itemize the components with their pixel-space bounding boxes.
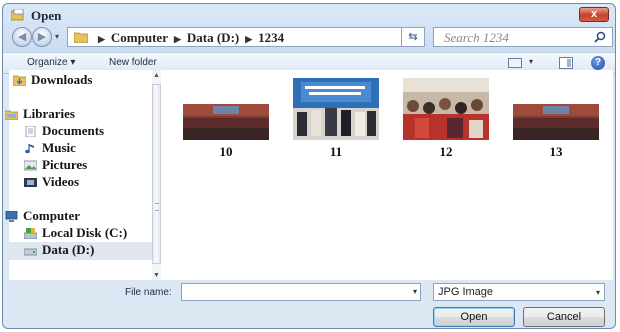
organize-button[interactable]: Organize ▾ bbox=[27, 57, 75, 68]
image-thumbnail bbox=[293, 78, 379, 140]
file-type-select[interactable]: JPG Image ▾ bbox=[433, 283, 605, 301]
navigation-row: ◀ ▶ ▾ ▶Computer▶Data (D:)▶1234 ▾ ⇆ bbox=[3, 26, 615, 52]
breadcrumb-computer[interactable]: Computer bbox=[111, 30, 168, 45]
image-thumbnail bbox=[403, 78, 489, 140]
folder-icon bbox=[74, 32, 88, 43]
breadcrumb-separator-icon[interactable]: ▶ bbox=[98, 34, 105, 44]
new-folder-button[interactable]: New folder bbox=[109, 57, 157, 68]
sidebar-scrollbar[interactable]: ▲ ▼ bbox=[152, 70, 161, 280]
file-name-label: File name: bbox=[125, 287, 172, 298]
file-name: 13 bbox=[549, 144, 563, 159]
music-icon bbox=[25, 144, 34, 154]
search-icon[interactable] bbox=[594, 31, 606, 43]
breadcrumb: ▶ Computer ▶ Data (D:) ▶ 1234 bbox=[92, 30, 284, 46]
sidebar-item-label: Computer bbox=[23, 208, 81, 223]
computer-icon bbox=[5, 211, 18, 222]
sidebar-item-label: Pictures bbox=[42, 157, 88, 172]
file-item[interactable]: 13 bbox=[513, 78, 603, 159]
sidebar-item-label: Data (D:) bbox=[42, 242, 95, 257]
file-name: 10 bbox=[219, 144, 233, 159]
file-type-value: JPG Image bbox=[438, 286, 494, 298]
breadcrumb-folder[interactable]: 1234 bbox=[258, 30, 284, 45]
change-view-icon[interactable] bbox=[508, 58, 522, 68]
breadcrumb-separator-icon[interactable]: ▶ bbox=[174, 34, 181, 44]
scroll-grip-icon bbox=[155, 203, 159, 211]
recent-locations-dropdown[interactable]: ▾ bbox=[55, 32, 59, 41]
pictures-icon bbox=[24, 160, 37, 171]
back-button[interactable]: ◀ bbox=[12, 27, 32, 47]
file-name-dropdown[interactable]: ▾ bbox=[413, 287, 417, 296]
search-box[interactable] bbox=[433, 27, 613, 47]
file-item[interactable]: 12 bbox=[403, 78, 493, 159]
refresh-button[interactable]: ⇆ bbox=[401, 27, 425, 47]
close-button[interactable]: x bbox=[579, 7, 609, 22]
file-list: 10 11 12 13 bbox=[161, 70, 613, 280]
back-arrow-icon: ◀ bbox=[17, 31, 27, 43]
scroll-up-icon[interactable]: ▲ bbox=[153, 72, 160, 79]
help-icon[interactable]: ? bbox=[591, 56, 605, 70]
forward-button[interactable]: ▶ bbox=[32, 27, 52, 47]
open-dialog-icon bbox=[11, 9, 24, 21]
open-button[interactable]: Open bbox=[433, 307, 515, 327]
downloads-icon bbox=[13, 75, 26, 86]
scroll-thumb[interactable] bbox=[152, 84, 161, 264]
navigation-pane: Downloads Libraries Documents Music Pict… bbox=[5, 70, 161, 280]
view-options-dropdown[interactable]: ▾ bbox=[529, 57, 533, 66]
breadcrumb-data-drive[interactable]: Data (D:) bbox=[187, 30, 239, 45]
sidebar-item-label: Music bbox=[42, 140, 76, 155]
libraries-icon bbox=[5, 110, 18, 120]
file-item[interactable]: 10 bbox=[183, 78, 273, 159]
local-disk-icon bbox=[24, 228, 37, 239]
file-name: 12 bbox=[439, 144, 453, 159]
scroll-down-icon[interactable]: ▼ bbox=[153, 272, 160, 279]
sidebar-item-label: Downloads bbox=[31, 72, 93, 87]
videos-icon bbox=[24, 178, 37, 187]
sidebar-item-label: Videos bbox=[42, 174, 80, 189]
cancel-button[interactable]: Cancel bbox=[523, 307, 605, 327]
bottom-bar: File name: ▾ JPG Image ▾ Open Cancel bbox=[3, 280, 615, 330]
preview-pane-icon[interactable] bbox=[559, 57, 573, 69]
sidebar-item-label: Libraries bbox=[23, 106, 75, 121]
title-bar: Open x bbox=[3, 4, 615, 26]
sidebar-item-data-drive[interactable]: Data (D:) bbox=[9, 242, 152, 260]
forward-arrow-icon: ▶ bbox=[37, 31, 47, 43]
file-item[interactable]: 11 bbox=[293, 78, 383, 159]
sidebar-item-label: Documents bbox=[42, 123, 105, 138]
chevron-down-icon[interactable]: ▾ bbox=[596, 288, 600, 297]
search-input[interactable] bbox=[444, 30, 584, 46]
address-bar[interactable]: ▶Computer▶Data (D:)▶1234 ▾ bbox=[67, 27, 421, 47]
documents-icon bbox=[25, 126, 36, 137]
window-title: Open bbox=[31, 8, 62, 23]
file-name: 11 bbox=[329, 144, 343, 159]
refresh-icon: ⇆ bbox=[408, 31, 418, 43]
image-thumbnail bbox=[513, 104, 599, 140]
image-thumbnail bbox=[183, 104, 269, 140]
close-icon: x bbox=[590, 8, 598, 20]
file-name-input[interactable] bbox=[181, 283, 421, 301]
open-dialog: Open x ◀ ▶ ▾ ▶Computer▶Data (D:)▶1234 ▾ … bbox=[2, 3, 616, 329]
breadcrumb-separator-icon[interactable]: ▶ bbox=[245, 34, 252, 44]
sidebar-item-label: Local Disk (C:) bbox=[42, 225, 128, 240]
drive-icon bbox=[24, 248, 37, 256]
